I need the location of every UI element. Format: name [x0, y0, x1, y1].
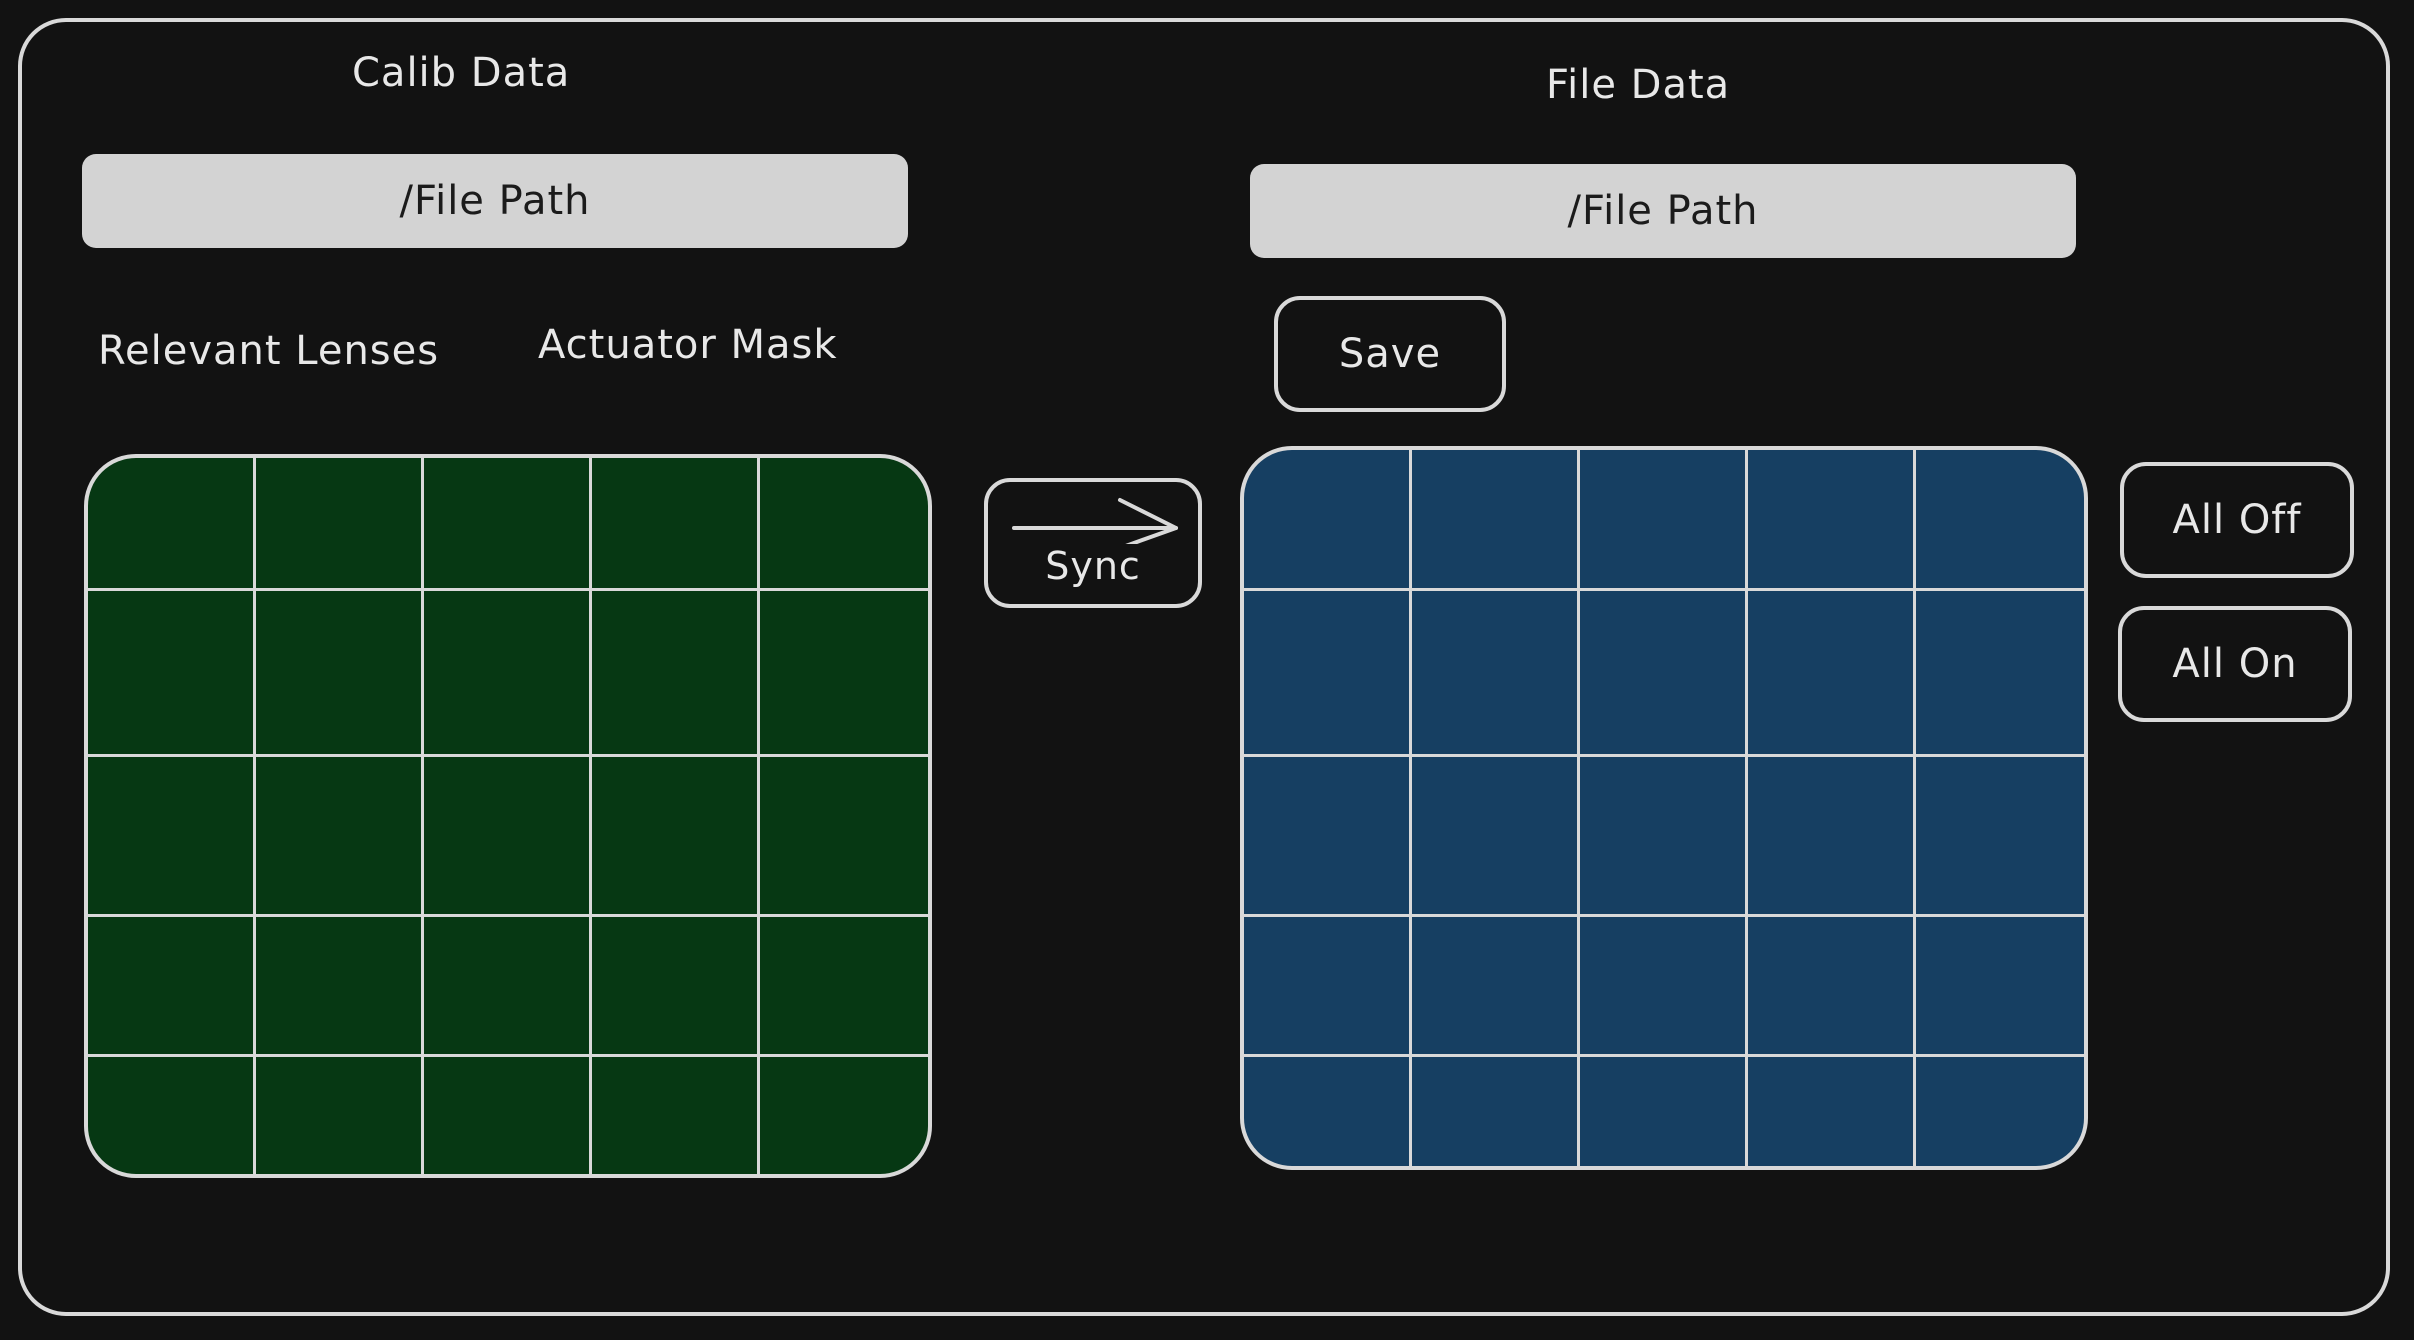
- sync-button[interactable]: Sync: [984, 478, 1202, 608]
- lens-cell[interactable]: [760, 1057, 928, 1174]
- lens-cell[interactable]: [424, 757, 592, 917]
- actuator-cell[interactable]: [1244, 1057, 1412, 1166]
- lens-cell[interactable]: [256, 1057, 424, 1174]
- lens-cell[interactable]: [592, 591, 760, 757]
- sync-label: Sync: [1045, 544, 1141, 588]
- relevant-lenses-label: Relevant Lenses: [98, 328, 440, 374]
- actuator-cell[interactable]: [1244, 591, 1412, 757]
- lens-cell[interactable]: [592, 1057, 760, 1174]
- actuator-cell[interactable]: [1244, 450, 1412, 591]
- lens-cell[interactable]: [256, 917, 424, 1057]
- actuator-cell[interactable]: [1916, 591, 2084, 757]
- actuator-cell[interactable]: [1580, 917, 1748, 1057]
- actuator-cell[interactable]: [1244, 757, 1412, 917]
- actuator-cell[interactable]: [1748, 757, 1916, 917]
- actuator-cell[interactable]: [1916, 1057, 2084, 1166]
- lens-cell[interactable]: [424, 458, 592, 591]
- lens-cell[interactable]: [424, 917, 592, 1057]
- actuator-cell[interactable]: [1580, 591, 1748, 757]
- actuator-cell[interactable]: [1916, 917, 2084, 1057]
- actuator-cell[interactable]: [1580, 757, 1748, 917]
- actuator-cell[interactable]: [1412, 757, 1580, 917]
- all-off-button[interactable]: All Off: [2120, 462, 2354, 578]
- lens-cell[interactable]: [424, 1057, 592, 1174]
- lens-cell[interactable]: [424, 591, 592, 757]
- lens-cell[interactable]: [760, 757, 928, 917]
- all-on-button[interactable]: All On: [2118, 606, 2352, 722]
- actuator-cell[interactable]: [1748, 591, 1916, 757]
- actuator-cell[interactable]: [1748, 1057, 1916, 1166]
- actuator-cell[interactable]: [1748, 450, 1916, 591]
- lens-cell[interactable]: [88, 591, 256, 757]
- lens-cell[interactable]: [256, 591, 424, 757]
- actuator-cell[interactable]: [1412, 450, 1580, 591]
- actuator-cell[interactable]: [1580, 1057, 1748, 1166]
- lens-cell[interactable]: [256, 458, 424, 591]
- lens-cell[interactable]: [760, 591, 928, 757]
- actuator-cell[interactable]: [1916, 450, 2084, 591]
- lens-cell[interactable]: [88, 757, 256, 917]
- actuator-cell[interactable]: [1748, 917, 1916, 1057]
- actuator-cell[interactable]: [1244, 917, 1412, 1057]
- calib-data-title: Calib Data: [352, 50, 571, 96]
- lens-cell[interactable]: [592, 458, 760, 591]
- actuator-cell[interactable]: [1916, 757, 2084, 917]
- lens-cell[interactable]: [88, 458, 256, 591]
- calib-file-path-field[interactable]: /File Path: [82, 154, 908, 248]
- arrow-right-icon: [1012, 498, 1178, 544]
- lens-cell[interactable]: [760, 458, 928, 591]
- lens-cell[interactable]: [760, 917, 928, 1057]
- save-button[interactable]: Save: [1274, 296, 1506, 412]
- file-data-path-field[interactable]: /File Path: [1250, 164, 2076, 258]
- actuator-cell[interactable]: [1580, 450, 1748, 591]
- actuator-cell[interactable]: [1412, 917, 1580, 1057]
- lens-cell[interactable]: [88, 1057, 256, 1174]
- lens-cell[interactable]: [256, 757, 424, 917]
- lens-cell[interactable]: [592, 757, 760, 917]
- actuator-cell[interactable]: [1412, 591, 1580, 757]
- lens-cell[interactable]: [592, 917, 760, 1057]
- file-data-title: File Data: [1546, 62, 1731, 108]
- lens-cell[interactable]: [88, 917, 256, 1057]
- relevant-lenses-grid: [84, 454, 932, 1178]
- actuator-mask-grid: [1240, 446, 2088, 1170]
- actuator-cell[interactable]: [1412, 1057, 1580, 1166]
- actuator-mask-label: Actuator Mask: [538, 322, 838, 368]
